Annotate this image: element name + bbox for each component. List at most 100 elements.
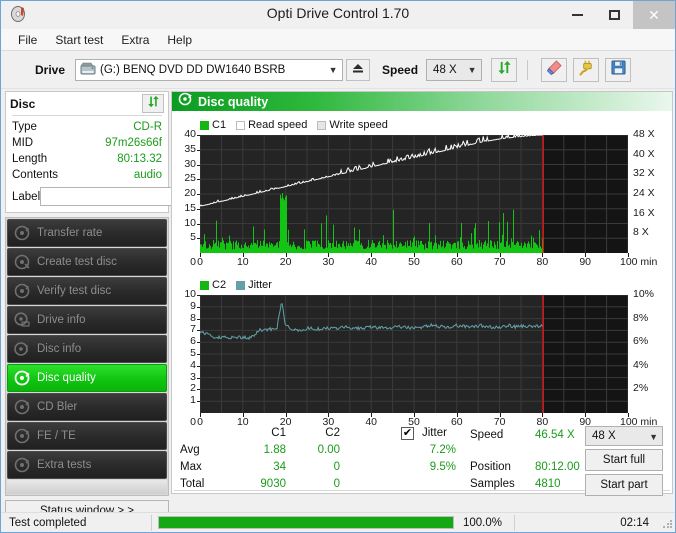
menu-bar: File Start test Extra Help (1, 29, 675, 51)
start-full-button[interactable]: Start full (585, 449, 663, 471)
x-axis-tick (585, 253, 587, 257)
y-axis-tick (197, 179, 200, 181)
y-axis-tick-label: 15 (184, 201, 196, 214)
disc-field-length: Length 80:13.32 (12, 151, 162, 167)
menu-file[interactable]: File (9, 31, 46, 49)
disc-info-icon (14, 341, 30, 357)
disc-field-mid: MID 97m26s66f (12, 135, 162, 151)
refresh-icon (497, 60, 512, 80)
y2-axis-tick-label: 4% (633, 358, 649, 371)
x-axis-tick-label: 0 (197, 256, 203, 268)
resize-grip[interactable] (662, 519, 672, 529)
y-axis-tick (197, 318, 200, 320)
maximize-button[interactable] (596, 1, 633, 29)
refresh-button[interactable] (491, 57, 518, 82)
position-stat-label: Position (470, 461, 511, 473)
x-axis-tick (585, 413, 587, 417)
sidebar-item-drive-info[interactable]: Drive info (7, 306, 167, 334)
disc-quality-icon (178, 92, 192, 111)
sidebar-item-transfer-rate[interactable]: Transfer rate (7, 219, 167, 247)
chevron-down-icon[interactable]: ▼ (324, 60, 342, 80)
chevron-down-icon[interactable]: ▼ (649, 432, 658, 442)
y-axis-tick-label: 10 (184, 216, 196, 229)
x-axis-tick-label: 30 (322, 256, 335, 268)
y-axis-tick (197, 365, 200, 367)
x-axis-tick-label: 70 (493, 256, 506, 268)
sidebar-item-fe-te[interactable]: FE / TE (7, 422, 167, 450)
x-axis-tick (328, 253, 330, 257)
sidebar-item-cd-bler[interactable]: CD Bler (7, 393, 167, 421)
drive-select[interactable]: (G:) BENQ DVD DD DW1640 BSRB ▼ (75, 58, 344, 81)
plot-area[interactable] (200, 295, 628, 413)
disc-icon (14, 428, 30, 444)
y-axis-tick (197, 223, 200, 225)
save-button[interactable] (605, 57, 632, 82)
disc-icon (14, 457, 30, 473)
refresh-icon (147, 95, 160, 113)
sidebar-item-verify-test-disc[interactable]: Verify test disc (7, 277, 167, 305)
sidebar-item-disc-info[interactable]: Disc info (7, 335, 167, 363)
menu-start-test[interactable]: Start test (46, 31, 112, 49)
legend-swatch (317, 120, 327, 130)
chevron-down-icon[interactable]: ▼ (463, 60, 481, 80)
y-axis-tick (197, 238, 200, 240)
progress-bar (152, 513, 454, 533)
speed-select[interactable]: 48 X ▼ (426, 58, 483, 81)
start-part-button[interactable]: Start part (585, 474, 663, 496)
stats-avg-c2: 0.00 (317, 444, 340, 456)
eject-button[interactable] (346, 58, 371, 81)
disc-panel-title: Disc (10, 96, 36, 111)
menu-extra[interactable]: Extra (112, 31, 158, 49)
speed-label: Speed (382, 62, 419, 77)
disc-field-type: Type CD-R (12, 119, 162, 135)
disc-icon (14, 225, 30, 241)
test-speed-select[interactable]: 48 X ▼ (585, 426, 663, 446)
x-axis-tick-label: 60 (450, 256, 463, 268)
stats-header-c1: C1 (271, 427, 286, 439)
stats-total-c1: 9030 (260, 478, 286, 490)
y-axis-tick-label: 1 (190, 394, 196, 407)
x-axis-tick (200, 413, 201, 417)
sidebar-item-disc-quality[interactable]: Disc quality (7, 364, 167, 392)
close-button[interactable]: ✕ (633, 1, 675, 29)
x-axis-tick (628, 253, 629, 257)
y2-axis-tick-label: 16 X (633, 206, 655, 219)
sidebar-item-label: Extra tests (37, 459, 92, 471)
x-axis-tick (414, 253, 415, 257)
field-label: MID (12, 137, 34, 149)
y-axis-tick-label: 6 (190, 335, 196, 348)
y2-axis-tick-label: 2% (633, 382, 649, 395)
erase-icon (546, 59, 563, 81)
menu-help[interactable]: Help (158, 31, 201, 49)
field-label: Type (12, 121, 37, 133)
y-axis-tick (197, 306, 200, 308)
y-axis-tick-label: 4 (190, 358, 196, 371)
sidebar-item-create-test-disc[interactable]: Create test disc (7, 248, 167, 276)
drive-icon (80, 62, 96, 77)
x-axis-tick (499, 253, 501, 257)
stats-row-total-label: Total (180, 478, 205, 490)
chart-legend: C2 Jitter (200, 279, 272, 291)
legend-swatch (236, 120, 246, 130)
settings-button[interactable] (573, 57, 600, 82)
x-axis-tick (542, 413, 544, 417)
disc-refresh-button[interactable] (142, 94, 164, 113)
charts: C1 Read speed Write speed 5 10 15 20 25 30 35 40 0 8… (172, 111, 672, 428)
x-axis-tick (414, 413, 415, 417)
field-label: Contents (12, 169, 59, 181)
plot-area[interactable] (200, 135, 628, 253)
status-bar: Test completed 100.0% 02:14 (1, 512, 675, 532)
x-axis-tick-label: 20 (279, 256, 292, 268)
chart-legend: C1 Read speed Write speed (200, 119, 388, 131)
jitter-checkbox[interactable]: ✔ (401, 427, 414, 440)
legend-label: C2 (212, 279, 227, 291)
field-value: 80:13.32 (117, 153, 162, 165)
field-value: 97m26s66f (105, 137, 162, 149)
erase-button[interactable] (541, 57, 568, 82)
sidebar-item-label: Create test disc (37, 256, 117, 268)
sidebar-item-extra-tests[interactable]: Extra tests (7, 451, 167, 479)
sidebar-item-label: FE / TE (37, 430, 76, 442)
window-controls: ✕ (559, 1, 675, 29)
minimize-button[interactable] (559, 1, 596, 29)
disc-write-icon (14, 254, 30, 270)
